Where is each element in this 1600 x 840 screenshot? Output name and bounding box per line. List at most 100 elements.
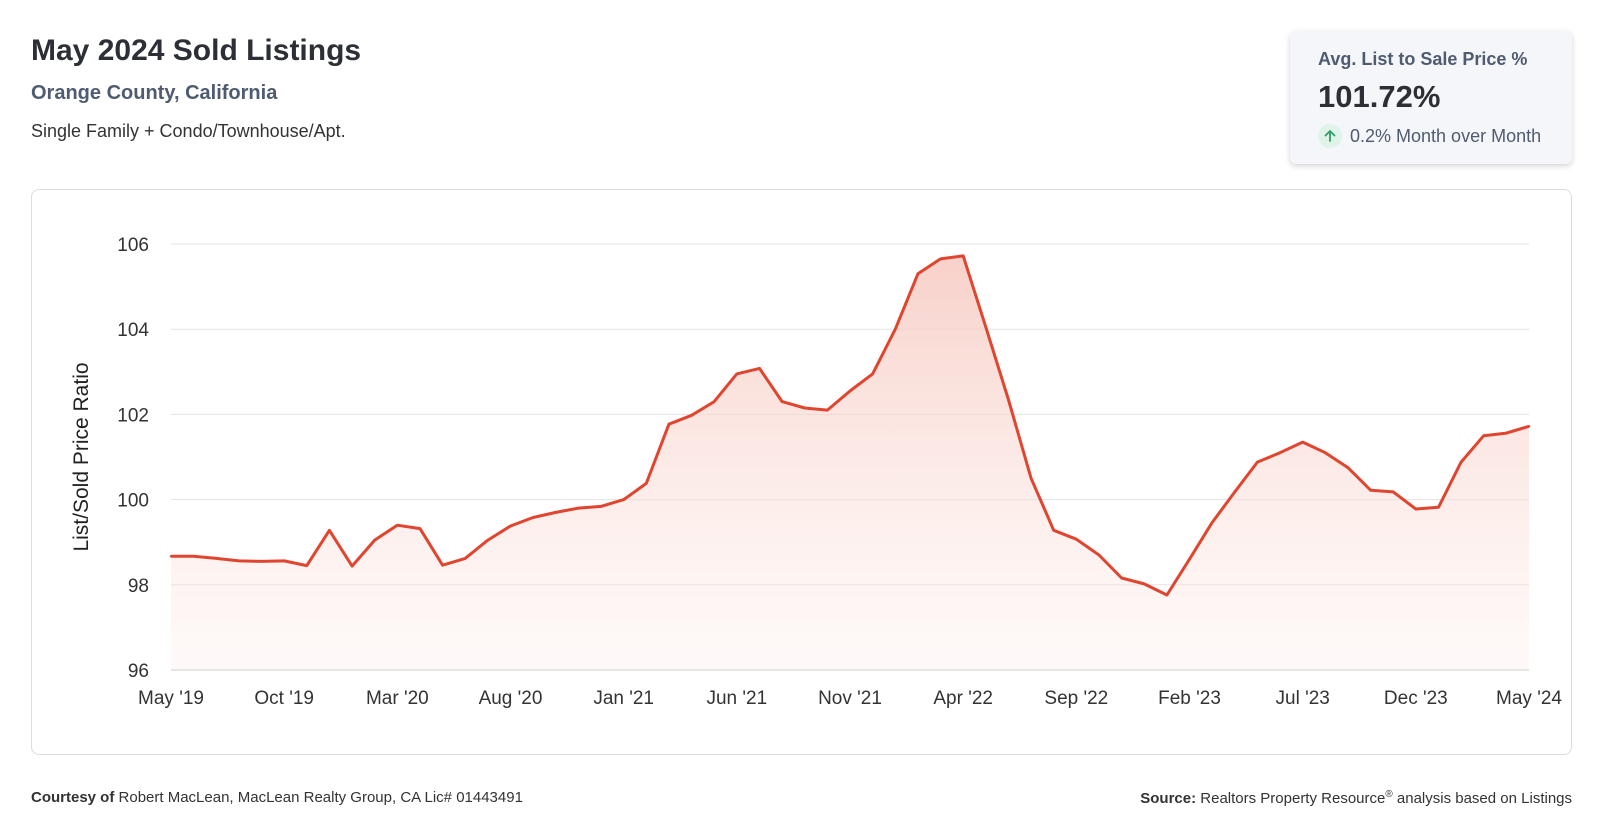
data-point <box>1052 529 1055 532</box>
data-point <box>826 408 829 412</box>
x-tick-label: Feb '23 <box>1158 688 1221 709</box>
x-tick-label: Dec '23 <box>1384 688 1448 709</box>
y-tick-label: 98 <box>128 576 149 597</box>
data-point <box>531 516 535 519</box>
data-point <box>328 529 331 532</box>
data-point <box>735 372 738 376</box>
x-tick-label: Apr '22 <box>933 688 993 709</box>
data-point <box>713 400 716 403</box>
data-point <box>215 557 218 560</box>
x-tick-label: Mar '20 <box>366 688 429 709</box>
data-point <box>509 524 512 528</box>
kpi-value: 101.72% <box>1318 79 1441 114</box>
data-point <box>1392 490 1395 494</box>
kpi-change-text: 0.2% Month over Month <box>1350 125 1542 146</box>
data-point <box>1120 576 1123 580</box>
data-point <box>1505 431 1508 435</box>
data-point <box>1369 489 1372 492</box>
data-point <box>1210 521 1214 524</box>
data-point <box>486 538 490 542</box>
data-point <box>418 527 422 530</box>
data-point <box>1143 582 1146 586</box>
data-point <box>1459 460 1463 464</box>
data-point <box>192 555 195 558</box>
kpi-label: Avg. List to Sale Price % <box>1318 49 1528 69</box>
x-tick-label: Jul '23 <box>1276 688 1330 709</box>
series-area <box>171 255 1529 670</box>
data-point <box>464 557 467 560</box>
data-point <box>1188 558 1191 561</box>
page-title: May 2024 Sold Listings <box>31 34 362 67</box>
kpi-card: Avg. List to Sale Price % 101.72% 0.2% M… <box>1290 31 1572 164</box>
registered-mark: ® <box>1385 789 1393 800</box>
data-point <box>939 257 942 261</box>
data-point <box>1324 451 1327 454</box>
y-tick-label: 106 <box>117 235 149 256</box>
data-point <box>667 423 671 426</box>
y-axis-label: List/Sold Price Ratio <box>70 362 93 551</box>
x-tick-label: Jun '21 <box>706 688 767 709</box>
y-tick-label: 100 <box>117 491 149 512</box>
data-point <box>622 498 625 501</box>
data-point <box>1233 490 1237 494</box>
data-point <box>1482 434 1485 437</box>
y-tick-label: 102 <box>117 405 149 426</box>
y-tick-label: 96 <box>128 661 149 682</box>
price-ratio-chart: 96 98 100 102 104 106 May '19 Oct '19 Mar '20 Aug… <box>70 235 1562 709</box>
data-point <box>1437 506 1440 509</box>
data-point <box>1007 398 1010 401</box>
data-point <box>396 524 399 527</box>
courtesy-note: Courtesy of Robert MacLean, MacLean Real… <box>31 789 523 806</box>
data-point <box>916 272 920 275</box>
x-tick-label: Aug '20 <box>479 688 543 709</box>
data-point <box>599 505 603 508</box>
data-point <box>984 325 987 329</box>
location-subtitle: Orange County, California <box>31 82 278 104</box>
source-text: Realtors Property Resource <box>1200 790 1386 807</box>
data-point <box>1075 538 1078 541</box>
data-point <box>283 559 286 563</box>
courtesy-text: Robert MacLean, MacLean Realty Group, CA… <box>118 789 523 806</box>
data-point <box>758 367 761 370</box>
source-label: Source: <box>1140 790 1197 807</box>
data-point <box>305 564 308 567</box>
arrow-up-icon <box>1318 124 1342 148</box>
source-note: Source: Realtors Property Resource® anal… <box>1140 789 1572 807</box>
data-point <box>554 511 557 514</box>
courtesy-label: Courtesy of <box>31 789 115 806</box>
data-point <box>1527 425 1531 428</box>
data-point <box>803 406 806 410</box>
data-point <box>373 538 376 542</box>
data-point <box>962 254 965 258</box>
data-point <box>1097 553 1101 557</box>
x-tick-label: Oct '19 <box>254 688 314 709</box>
data-point <box>169 555 173 558</box>
property-segment: Single Family + Condo/Townhouse/Apt. <box>31 121 346 141</box>
chart-card: 96 98 100 102 104 106 May '19 Oct '19 Mar '20 Aug… <box>31 189 1572 755</box>
data-point <box>780 400 784 403</box>
data-point <box>577 506 580 510</box>
data-point <box>1029 477 1033 480</box>
data-point <box>350 564 354 568</box>
source-text-2: analysis based on Listings <box>1396 790 1572 807</box>
data-point <box>690 414 693 417</box>
data-point <box>894 328 897 331</box>
data-point <box>1165 593 1169 597</box>
data-point <box>1278 451 1282 454</box>
data-point <box>1414 507 1418 511</box>
x-tick-label: May '24 <box>1496 688 1562 709</box>
kpi-change: 0.2% Month over Month <box>1318 124 1572 148</box>
data-point <box>237 559 241 563</box>
data-point <box>1346 466 1350 469</box>
y-tick-label: 104 <box>117 320 149 341</box>
x-tick-label: May '19 <box>138 688 204 709</box>
x-tick-label: Jan '21 <box>593 688 654 709</box>
data-point <box>848 389 852 393</box>
data-point <box>871 372 874 376</box>
data-point <box>1256 460 1259 464</box>
data-point <box>441 564 444 567</box>
data-point <box>1301 440 1304 444</box>
data-point <box>645 482 648 485</box>
data-point <box>260 560 263 563</box>
x-tick-label: Sep '22 <box>1044 688 1108 709</box>
